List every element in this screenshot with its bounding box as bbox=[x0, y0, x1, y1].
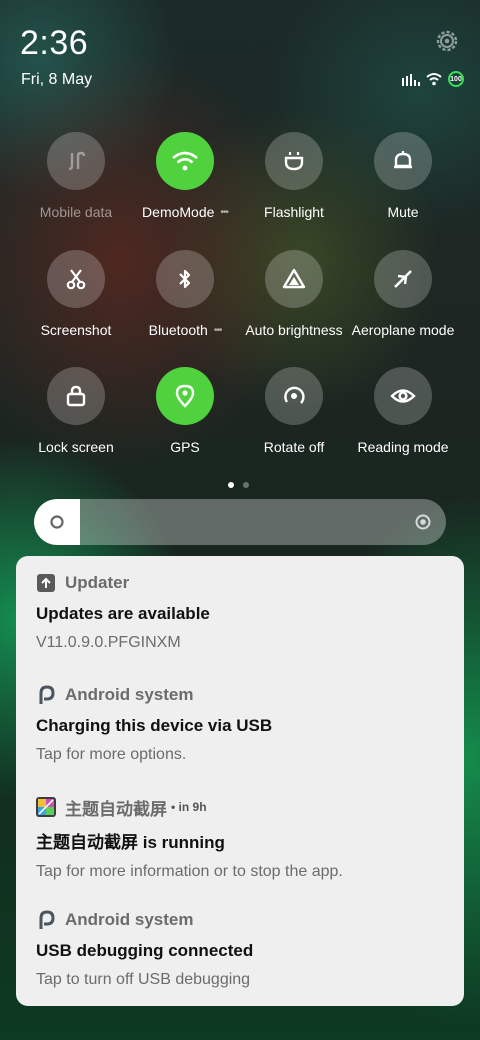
auto-brightness-icon bbox=[282, 268, 306, 289]
brightness-thumb[interactable] bbox=[34, 499, 80, 545]
notification-header: Android system bbox=[36, 684, 446, 706]
page-indicator bbox=[228, 482, 249, 488]
flashlight-icon bbox=[284, 152, 304, 171]
settings-gear-icon[interactable] bbox=[434, 28, 460, 54]
tile-label: Screenshot bbox=[40, 322, 112, 338]
app-name: Android system bbox=[65, 910, 194, 929]
notification-text: Tap to turn off USB debugging bbox=[36, 971, 251, 988]
mobile-data-icon bbox=[68, 151, 86, 171]
app-name: Android system bbox=[65, 685, 194, 704]
tile-screenshot[interactable]: Screenshot bbox=[21, 250, 131, 338]
airplane-icon bbox=[394, 270, 412, 288]
screenshot-app-icon bbox=[36, 797, 56, 817]
notification-text: Tap for more information or to stop the … bbox=[36, 863, 343, 880]
tile-label: Lock screen bbox=[38, 439, 114, 455]
tile-bluetooth-button[interactable] bbox=[156, 250, 214, 308]
tile-mute-button[interactable] bbox=[374, 132, 432, 190]
tile-label: Mobile data bbox=[39, 204, 113, 220]
tile-label: DemoMode bbox=[142, 204, 215, 220]
tile-label: Rotate off bbox=[263, 439, 325, 455]
tile-label-row: Bluetooth ••• bbox=[130, 322, 240, 338]
notification-header: Android system bbox=[36, 909, 446, 931]
tile-mobile-data-button[interactable] bbox=[47, 132, 105, 190]
app-name: 主题自动截屏 bbox=[65, 799, 167, 819]
notification-header: 主题自动截屏 • in 9h bbox=[36, 796, 446, 819]
notification-text: V11.0.9.0.PFGINXM bbox=[36, 634, 181, 651]
battery-level: 100 bbox=[450, 75, 462, 83]
android-p-icon bbox=[36, 910, 56, 930]
tile-flashlight[interactable]: Flashlight bbox=[239, 132, 349, 220]
tile-auto-brightness[interactable]: Auto brightness bbox=[239, 250, 349, 338]
eye-icon bbox=[390, 389, 416, 403]
notification-title: Updates are available bbox=[36, 604, 210, 623]
tile-label: Auto brightness bbox=[245, 322, 343, 338]
tile-flashlight-button[interactable] bbox=[265, 132, 323, 190]
tile-lock-screen-button[interactable] bbox=[47, 367, 105, 425]
android-p-icon bbox=[36, 685, 56, 705]
bell-icon bbox=[394, 151, 412, 169]
tile-aeroplane-button[interactable] bbox=[374, 250, 432, 308]
tile-auto-brightness-button[interactable] bbox=[265, 250, 323, 308]
tile-screenshot-button[interactable] bbox=[47, 250, 105, 308]
date[interactable]: Fri, 8 May bbox=[21, 71, 92, 89]
tile-mute[interactable]: Mute bbox=[348, 132, 458, 220]
app-name: Updater bbox=[65, 573, 130, 592]
tile-mobile-data[interactable]: Mobile data bbox=[21, 132, 131, 220]
tile-lock-screen[interactable]: Lock screen bbox=[21, 367, 131, 455]
more-options-icon[interactable]: ••• bbox=[214, 325, 222, 336]
notification-text: Tap for more options. bbox=[36, 746, 187, 763]
tile-demomode-button[interactable] bbox=[156, 132, 214, 190]
tile-label: Aeroplane mode bbox=[351, 322, 455, 338]
tile-label: Flashlight bbox=[264, 204, 324, 220]
wifi-icon bbox=[172, 151, 198, 171]
system-icons: 100 bbox=[402, 70, 464, 88]
page-dot-1[interactable] bbox=[228, 482, 234, 488]
tile-rotate-button[interactable] bbox=[265, 367, 323, 425]
notification-panel: Updater Updates are available V11.0.9.0.… bbox=[16, 556, 464, 1006]
tile-label: Mute bbox=[387, 204, 419, 220]
status-bar: 2:36 Fri, 8 May 100 bbox=[0, 0, 480, 100]
tile-label: GPS bbox=[170, 439, 200, 455]
tile-bluetooth[interactable]: Bluetooth ••• bbox=[130, 250, 240, 338]
brightness-slider[interactable] bbox=[34, 499, 446, 545]
tile-demomode[interactable]: DemoMode ••• bbox=[130, 132, 240, 220]
upload-arrow-icon bbox=[36, 573, 56, 593]
notification-time: • in 9h bbox=[171, 800, 207, 814]
notification-header: Updater bbox=[36, 572, 446, 594]
tile-label: Reading mode bbox=[357, 439, 449, 455]
bluetooth-icon bbox=[179, 269, 191, 289]
more-options-icon[interactable]: ••• bbox=[220, 207, 228, 218]
notification-android-usb-charging[interactable]: Android system Charging this device via … bbox=[36, 684, 446, 764]
tile-gps[interactable]: GPS bbox=[130, 367, 240, 455]
brightness-high-icon bbox=[415, 514, 431, 530]
tile-aeroplane-mode[interactable]: Aeroplane mode bbox=[348, 250, 458, 338]
notification-android-usb-debugging[interactable]: Android system USB debugging connected T… bbox=[36, 909, 446, 989]
tile-label-row: DemoMode ••• bbox=[130, 204, 240, 220]
battery-icon: 100 bbox=[448, 71, 464, 87]
scissors-icon bbox=[66, 269, 86, 290]
clock[interactable]: 2:36 bbox=[20, 24, 88, 63]
notification-title: USB debugging connected bbox=[36, 941, 254, 960]
page-dot-2[interactable] bbox=[243, 482, 249, 488]
notification-title: 主题自动截屏 is running bbox=[36, 833, 225, 852]
tile-label: Bluetooth bbox=[148, 322, 208, 338]
brightness-low-icon bbox=[50, 515, 64, 529]
wifi-icon bbox=[426, 73, 442, 86]
tile-reading-mode-button[interactable] bbox=[374, 367, 432, 425]
notification-title: Charging this device via USB bbox=[36, 716, 273, 735]
tile-gps-button[interactable] bbox=[156, 367, 214, 425]
signal-icon bbox=[402, 74, 420, 86]
notification-updater[interactable]: Updater Updates are available V11.0.9.0.… bbox=[36, 572, 446, 652]
rotate-icon bbox=[284, 386, 305, 404]
notification-theme-screenshot[interactable]: 主题自动截屏 • in 9h 主题自动截屏 is running Tap for… bbox=[36, 796, 446, 881]
lock-icon bbox=[66, 385, 86, 407]
tile-reading-mode[interactable]: Reading mode bbox=[348, 367, 458, 455]
location-icon bbox=[175, 384, 195, 408]
tile-rotate-off[interactable]: Rotate off bbox=[239, 367, 349, 455]
